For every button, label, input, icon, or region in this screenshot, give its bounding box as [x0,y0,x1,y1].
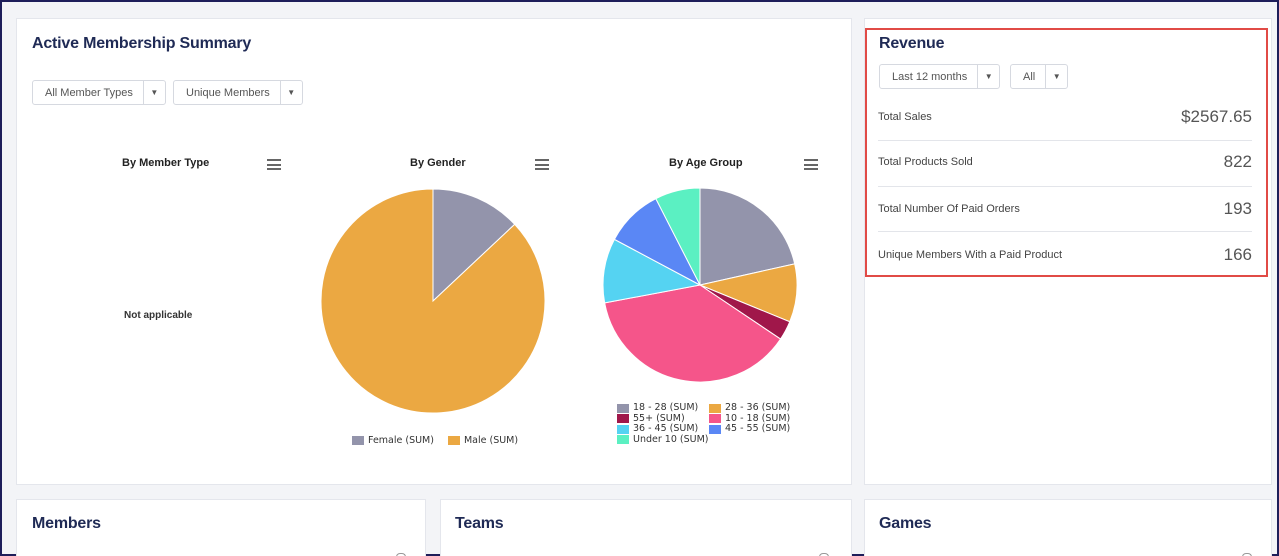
legend-swatch [617,424,629,434]
gender-legend: Female (SUM) Male (SUM) [352,435,518,446]
revenue-row-total-sales: Total Sales $2567.65 [878,94,1252,140]
chart-title-member-type: By Member Type [122,157,210,169]
revenue-row-unique-members: Unique Members With a Paid Product 166 [878,232,1252,278]
legend-label: 36 - 45 (SUM) [633,423,699,434]
scope-dropdown-label: All [1023,70,1036,83]
count-mode-dropdown[interactable]: Unique Members ▼ [173,80,303,105]
legend-swatch [617,403,629,413]
legend-item[interactable]: 45 - 55 (SUM) [709,423,801,435]
chart-title-gender: By Gender [410,157,466,169]
legend-swatch [447,436,460,445]
members-title: Members [32,515,101,532]
legend-label: Male (SUM) [463,435,519,446]
not-applicable-text: Not applicable [124,310,193,321]
revenue-row-value: $2567.65 [1181,107,1252,126]
member-type-dropdown-label: All Member Types [45,86,133,99]
chevron-down-icon: ▼ [279,81,302,104]
legend-swatch [617,435,629,445]
legend-item[interactable]: Female (SUM) [352,435,434,446]
legend-item[interactable]: Under 10 (SUM) [617,433,709,446]
period-dropdown-label: Last 12 months [892,70,968,83]
chart-menu-icon[interactable] [267,159,281,170]
period-dropdown[interactable]: Last 12 months ▼ [879,64,1001,89]
legend-item[interactable]: 18 - 28 (SUM) [617,402,709,414]
legend-swatch [352,436,364,445]
revenue-row-value: 822 [1223,152,1252,171]
legend-label: 28 - 36 (SUM) [725,402,791,413]
revenue-row-label: Total Products Sold [878,156,973,168]
revenue-row-value: 166 [1223,245,1252,264]
legend-label: 18 - 28 (SUM) [633,402,699,413]
count-mode-dropdown-label: Unique Members [186,86,270,99]
chevron-down-icon: ▼ [142,81,165,104]
age-group-legend: 18 - 28 (SUM) 28 - 36 (SUM) 55+ (SUM) 10 - … [617,402,801,446]
legend-swatch [709,424,721,434]
scope-dropdown[interactable]: All ▼ [1010,64,1069,89]
legend-item[interactable]: 36 - 45 (SUM) [617,423,709,435]
revenue-row-label: Total Number Of Paid Orders [878,203,1020,215]
legend-swatch [709,414,721,424]
chart-title-age-group: By Age Group [669,157,743,169]
legend-label: Female (SUM) [368,435,434,446]
games-title: Games [879,515,932,532]
revenue-row-value: 193 [1223,199,1252,218]
legend-label: 45 - 55 (SUM) [725,423,791,434]
legend-item[interactable]: Male (SUM) [447,435,519,446]
chart-menu-icon[interactable] [804,159,818,170]
legend-swatch [617,414,629,424]
revenue-row-label: Unique Members With a Paid Product [878,249,1063,261]
legend-item[interactable]: 28 - 36 (SUM) [709,402,801,414]
membership-summary-title: Active Membership Summary [32,35,252,52]
age-group-pie-chart [602,187,798,383]
legend-label: Under 10 (SUM) [633,433,709,445]
chevron-down-icon: ▼ [977,65,999,88]
revenue-row-products-sold: Total Products Sold 822 [878,139,1252,185]
revenue-title: Revenue [879,35,945,52]
chevron-down-icon: ▼ [1045,65,1067,88]
gender-pie-chart [320,188,546,414]
revenue-row-label: Total Sales [878,111,932,123]
legend-swatch [709,403,721,413]
revenue-row-paid-orders: Total Number Of Paid Orders 193 [878,186,1252,232]
member-type-dropdown[interactable]: All Member Types ▼ [32,80,166,105]
teams-title: Teams [455,515,504,532]
chart-menu-icon[interactable] [535,159,549,170]
